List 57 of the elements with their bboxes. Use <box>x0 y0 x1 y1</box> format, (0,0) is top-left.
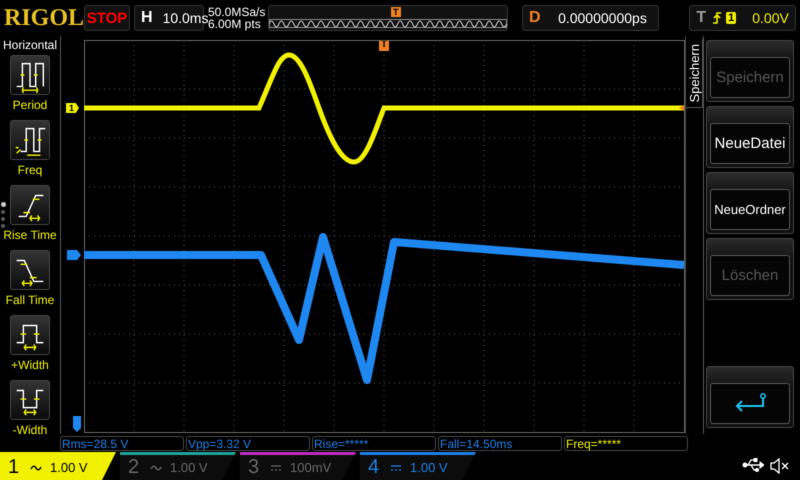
measure-button[interactable]: -Width <box>10 380 50 442</box>
menu-button[interactable]: NeueDatei <box>706 106 794 168</box>
channel-number: 3 <box>248 456 260 479</box>
trigger-label: T <box>695 9 708 27</box>
channel-number: 1 <box>8 456 20 479</box>
menu-title: Horizontal <box>2 38 58 52</box>
measurement-readout: Freq=***** <box>564 436 688 451</box>
waveform-icon <box>10 250 50 290</box>
run-stop-status[interactable]: STOP <box>84 5 130 31</box>
trigger-position-marker: T <box>391 7 400 17</box>
delay-display[interactable]: D 0.00000000ps <box>522 5 660 31</box>
trigger-level-value: 0.00V <box>752 10 789 26</box>
measure-button[interactable]: +Width <box>10 315 50 377</box>
delay-value: 0.00000000ps <box>557 10 648 26</box>
waveform-icon <box>10 120 50 160</box>
channel-scale: 100mV <box>290 460 332 475</box>
measurement-readout: Rms=28.5 V <box>60 436 184 451</box>
trigger-display[interactable]: T 1 0.00V <box>689 5 796 31</box>
menu-tab[interactable]: Speichern <box>686 44 702 102</box>
menu-button[interactable]: NeueOrdner <box>706 172 794 234</box>
memory-depth: 6.00M pts <box>208 18 262 30</box>
ground-marker-icon <box>73 416 81 432</box>
dc-coupling-icon <box>270 462 282 472</box>
usb-icon <box>742 458 764 472</box>
waveform-icon <box>10 315 50 355</box>
memory-wave-icon <box>269 18 507 28</box>
waveform-icon <box>10 380 50 420</box>
ac-coupling-icon <box>150 462 162 472</box>
timebase-label: H <box>140 9 154 27</box>
speaker-muted-icon <box>770 458 790 474</box>
waveform-icon <box>10 185 50 225</box>
channel-number: 2 <box>128 456 140 479</box>
trigger-level-marker-icon <box>679 105 684 111</box>
measure-button[interactable]: Rise Time <box>3 185 57 247</box>
measure-button[interactable]: Fall Time <box>6 250 54 312</box>
channel-scale: 1.00 V <box>410 460 448 475</box>
sample-rate: 50.0MSa/s <box>208 6 264 18</box>
channel-marker[interactable]: 1 <box>66 103 80 113</box>
measurement-readout: Vpp=3.32 V <box>186 436 310 451</box>
measurement-readout: Fall=14.50ms <box>438 436 562 451</box>
channel-scale: 1.00 V <box>50 460 88 475</box>
dc-coupling-icon <box>390 462 402 472</box>
measure-button[interactable]: Freq <box>10 120 50 182</box>
channel-4-marker-icon <box>67 250 81 260</box>
return-arrow-icon <box>733 392 767 414</box>
delay-label: D <box>528 9 542 27</box>
waveform-icon <box>10 55 50 95</box>
channel-tab[interactable]: 1 1.00 V <box>0 452 116 480</box>
rising-edge-icon <box>712 11 722 25</box>
measurement-readout: Rise=***** <box>312 436 436 451</box>
channel-number: 4 <box>368 456 380 479</box>
measure-button[interactable]: Period <box>10 55 50 117</box>
channel-tab[interactable]: 4 1.00 V <box>360 452 476 480</box>
trigger-source: 1 <box>726 12 736 24</box>
back-button[interactable] <box>706 366 794 428</box>
ac-coupling-icon <box>30 462 42 472</box>
channel-scale: 1.00 V <box>170 460 208 475</box>
